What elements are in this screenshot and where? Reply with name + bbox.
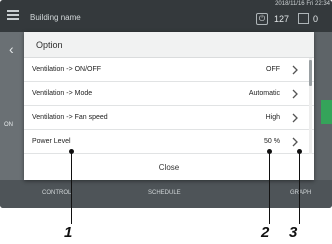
option-label: Ventilation -> Mode xyxy=(32,90,93,97)
power-icon[interactable]: ⏻ xyxy=(256,13,268,25)
option-dialog: Option Ventilation -> ON/OFF OFF Ventila… xyxy=(24,32,314,180)
datetime: 2018/11/16 Fri 22:34 xyxy=(275,1,330,7)
option-value: 50 % xyxy=(264,138,280,145)
tab-control[interactable]: CONTROL xyxy=(42,190,71,196)
dialog-title: Option xyxy=(36,40,63,50)
option-label: Ventilation -> ON/OFF xyxy=(32,66,102,73)
option-label: Power Level xyxy=(32,138,71,145)
dialog-header: Option xyxy=(24,32,314,58)
callout-number: 2 xyxy=(261,224,270,241)
background-status-tab xyxy=(321,100,332,124)
chevron-left-icon[interactable]: ‹ xyxy=(9,42,14,56)
tab-graph[interactable]: GRAPH xyxy=(290,190,311,196)
background-on-label: ON xyxy=(4,122,13,128)
device-box-icon[interactable] xyxy=(298,13,309,24)
chevron-right-icon[interactable] xyxy=(291,89,299,99)
chevron-right-icon[interactable] xyxy=(291,137,299,147)
callout-line xyxy=(71,152,72,224)
chevron-right-icon[interactable] xyxy=(291,113,299,123)
callout-number: 3 xyxy=(289,224,298,241)
device-screen: Building name 2018/11/16 Fri 22:34 ⏻ 127… xyxy=(0,0,332,208)
option-value: Automatic xyxy=(248,90,280,97)
unit-count: 127 xyxy=(274,14,290,24)
tab-schedule[interactable]: SCHEDULE xyxy=(148,190,181,196)
alarm-count: 0 xyxy=(313,14,319,24)
option-value: High xyxy=(265,114,280,121)
option-value: OFF xyxy=(266,66,280,73)
option-label: Ventilation -> Fan speed xyxy=(32,114,108,121)
close-button[interactable]: Close xyxy=(24,156,314,180)
chevron-right-icon[interactable] xyxy=(291,65,299,75)
callout-line xyxy=(269,152,270,224)
option-row-ventilation-mode[interactable]: Ventilation -> Mode Automatic xyxy=(24,82,314,106)
option-row-ventilation-onoff[interactable]: Ventilation -> ON/OFF OFF xyxy=(24,58,314,82)
building-name: Building name xyxy=(30,13,81,22)
callout-number: 1 xyxy=(64,224,73,241)
scrollbar-thumb[interactable] xyxy=(309,60,312,86)
top-bar: Building name 2018/11/16 Fri 22:34 ⏻ 127… xyxy=(0,0,332,32)
callout-line xyxy=(299,152,300,224)
option-row-fan-speed[interactable]: Ventilation -> Fan speed High xyxy=(24,106,314,130)
menu-icon[interactable] xyxy=(7,10,19,20)
